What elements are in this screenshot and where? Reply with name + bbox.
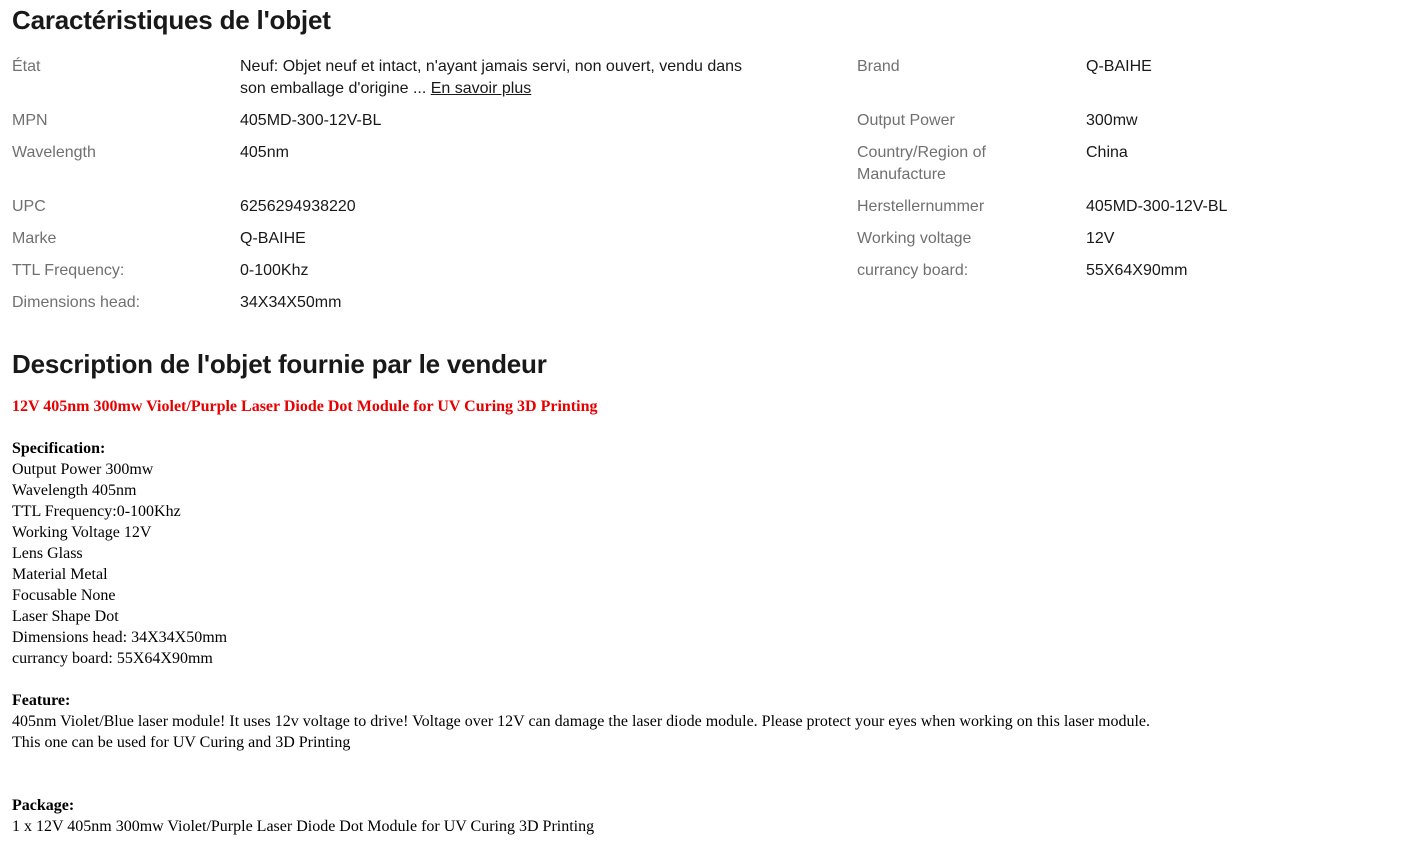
spec-line: Dimensions head: 34X34X50mm (12, 629, 228, 646)
spec-label: État (12, 58, 41, 75)
spec-row-currancy-board: currancy board: 55X64X90mm (857, 260, 1386, 282)
feature-title: Feature: (12, 692, 71, 709)
spec-label: UPC (12, 198, 46, 215)
package-title: Package: (12, 797, 75, 814)
spec-value: Q-BAIHE (1086, 58, 1152, 75)
package-block: Package: 1 x 12V 405nm 300mw Violet/Purp… (12, 795, 1402, 837)
learn-more-link[interactable]: En savoir plus (431, 80, 532, 97)
specification-block: Specification: Output Power 300mw Wavele… (12, 438, 1402, 669)
seller-description-title: Description de l'objet fournie par le ve… (12, 349, 547, 379)
spec-row-ttl-frequency: TTL Frequency: 0-100Khz (12, 260, 750, 282)
spec-label: Working voltage (857, 230, 972, 247)
spec-label: MPN (12, 112, 48, 129)
spec-line: TTL Frequency:0-100Khz (12, 503, 181, 520)
spec-label: currancy board: (857, 262, 969, 279)
spec-row-country: Country/Region of Manufacture China (857, 142, 1386, 186)
spec-line: Output Power 300mw (12, 461, 154, 478)
spec-row-herstellernummer: Herstellernummer 405MD-300-12V-BL (857, 196, 1386, 218)
spec-row-output-power: Output Power 300mw (857, 110, 1386, 132)
spec-value: 12V (1086, 230, 1115, 247)
spec-value: 300mw (1086, 112, 1138, 129)
spec-row-upc: UPC 6256294938220 (12, 196, 750, 218)
spec-row-mpn: MPN 405MD-300-12V-BL (12, 110, 750, 132)
item-specifics-title: Caractéristiques de l'objet (12, 5, 331, 35)
spec-value: 405MD-300-12V-BL (1086, 198, 1228, 215)
specification-title: Specification: (12, 440, 106, 457)
spec-value: China (1086, 144, 1128, 161)
spec-label: Output Power (857, 112, 955, 129)
spec-label: Marke (12, 230, 57, 247)
spec-line: Laser Shape Dot (12, 608, 119, 625)
item-specifics-left-column: État Neuf: Objet neuf et intact, n'ayant… (12, 56, 750, 324)
spec-line: Focusable None (12, 587, 116, 604)
description-headline: 12V 405nm 300mw Violet/Purple Laser Diod… (12, 398, 598, 415)
spec-label: Wavelength (12, 144, 96, 161)
item-specifics-right-column: Brand Q-BAIHE Output Power 300mw Country… (857, 56, 1386, 292)
spec-row-working-voltage: Working voltage 12V (857, 228, 1386, 250)
spec-line: Wavelength 405nm (12, 482, 137, 499)
spec-value: 0-100Khz (240, 262, 309, 279)
spec-value: Neuf: Objet neuf et intact, n'ayant jama… (240, 56, 750, 100)
spec-line: Lens Glass (12, 545, 83, 562)
spec-value: 405MD-300-12V-BL (240, 112, 382, 129)
feature-line: 405nm Violet/Blue laser module! It uses … (12, 713, 1151, 730)
spec-value: 6256294938220 (240, 198, 356, 215)
spec-label: Country/Region of Manufacture (857, 144, 986, 183)
spec-row-marke: Marke Q-BAIHE (12, 228, 750, 250)
package-line: 1 x 12V 405nm 300mw Violet/Purple Laser … (12, 818, 595, 835)
spec-label: Brand (857, 58, 900, 75)
feature-line: This one can be used for UV Curing and 3… (12, 734, 351, 751)
spec-value: Q-BAIHE (240, 230, 306, 247)
seller-description-body: 12V 405nm 300mw Violet/Purple Laser Diod… (12, 396, 1402, 837)
spec-line: currancy board: 55X64X90mm (12, 650, 213, 667)
spec-line: Material Metal (12, 566, 108, 583)
spec-value: 55X64X90mm (1086, 262, 1188, 279)
spec-label: Dimensions head: (12, 294, 141, 311)
spec-row-dimensions-head: Dimensions head: 34X34X50mm (12, 292, 750, 314)
spec-row-wavelength: Wavelength 405nm (12, 142, 750, 164)
feature-block: Feature: 405nm Violet/Blue laser module!… (12, 690, 1402, 753)
spec-value: 34X34X50mm (240, 294, 342, 311)
spec-label: TTL Frequency: (12, 262, 125, 279)
spec-value: 405nm (240, 144, 289, 161)
spec-row-brand: Brand Q-BAIHE (857, 56, 1386, 78)
spec-row-condition: État Neuf: Objet neuf et intact, n'ayant… (12, 56, 750, 100)
spec-label: Herstellernummer (857, 198, 985, 215)
spec-line: Working Voltage 12V (12, 524, 152, 541)
